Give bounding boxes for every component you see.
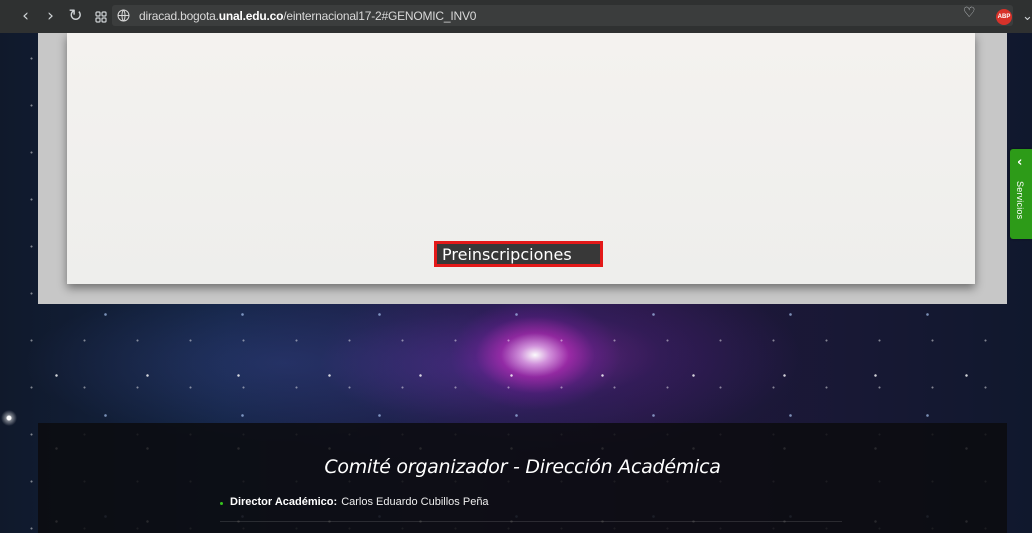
committee-title: Comité organizador - Dirección Académica (324, 455, 721, 478)
director-list-item: Director Académico: Carlos Eduardo Cubil… (220, 496, 842, 522)
heart-icon[interactable]: ♡ (963, 5, 976, 21)
back-icon[interactable]: ‹ (13, 5, 38, 29)
committee-section: Comité organizador - Dirección Académica… (38, 423, 1007, 533)
url-text[interactable]: diracad.bogota.unal.edu.co/einternaciona… (139, 9, 476, 23)
green-bullet-icon (220, 502, 223, 505)
grid-icon-svg (94, 10, 107, 23)
director-label: Director Académico: (230, 496, 338, 508)
grid-icon[interactable] (88, 5, 113, 29)
adblock-icon[interactable]: ABP (996, 9, 1012, 25)
services-side-tab[interactable]: ‹ Servicios (1010, 149, 1032, 239)
forward-icon[interactable]: › (38, 5, 63, 29)
director-name: Carlos Eduardo Cubillos Peña (341, 496, 489, 508)
address-bar[interactable]: diracad.bogota.unal.edu.co/einternaciona… (112, 5, 1013, 26)
browser-toolbar: ‹ › ↻ diracad.bogota.unal.edu.co/eintern… (0, 0, 1032, 33)
preinscription-button[interactable]: Preinscripciones (434, 241, 603, 267)
white-content-panel: Preinscripciones (67, 33, 975, 284)
content-frame: Preinscripciones (38, 33, 1007, 304)
reload-icon[interactable]: ↻ (63, 5, 88, 29)
globe-icon (116, 8, 131, 23)
event-page: Preinscripciones ‹ Servicios Comité orga… (0, 33, 1032, 533)
services-label: Servicios (1015, 181, 1025, 220)
chevron-left-icon: ‹ (1017, 155, 1023, 170)
star-decoration (0, 409, 18, 427)
extension-edge-icon[interactable]: ⌄ (1022, 9, 1032, 24)
